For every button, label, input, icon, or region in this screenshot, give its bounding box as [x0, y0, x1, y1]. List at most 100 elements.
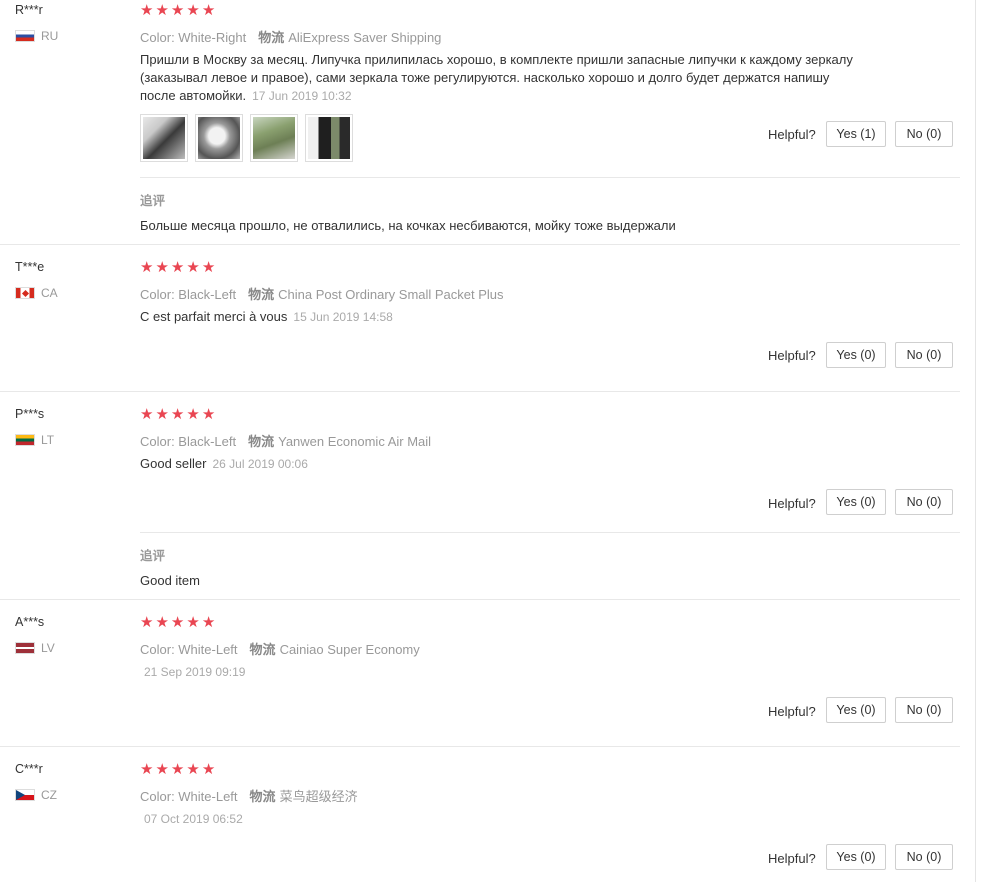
review-body: C est parfait merci à vous — [140, 309, 288, 324]
star-icon: ★ — [186, 2, 200, 19]
helpful-label: Helpful? — [768, 704, 816, 719]
review-text: C est parfait merci à vous 15 Jun 2019 14… — [140, 308, 860, 326]
helpful-no-button[interactable]: No (0) — [895, 121, 953, 147]
followup-divider — [140, 532, 960, 533]
review-meta: Color: White-Left 物流 Cainiao Super Economy — [140, 639, 420, 658]
user-name: C***r — [15, 762, 43, 776]
logistics-value: Yanwen Economic Air Mail — [278, 434, 432, 449]
star-icon: ★ — [170, 614, 185, 631]
user-name: R***r — [15, 3, 43, 17]
star-icon: ★ — [201, 406, 216, 423]
star-icon: ★ — [201, 614, 216, 631]
logistics-value: Cainiao Super Economy — [279, 642, 420, 657]
star-icon: ★ — [155, 761, 169, 778]
helpful-no-button[interactable]: No (0) — [895, 489, 953, 515]
helpful-yes-button[interactable]: Yes (0) — [826, 844, 886, 870]
review-meta: Color: Black-Left 物流 China Post Ordinary S… — [140, 284, 504, 303]
star-icon: ★ — [155, 614, 169, 631]
user-name: T***e — [15, 260, 45, 274]
logistics-label: 物流 — [248, 434, 275, 449]
review-divider — [0, 746, 960, 747]
followup-text: Больше месяца прошло, не отвалились, на … — [140, 218, 676, 233]
helpful-label: Helpful? — [768, 851, 816, 866]
star-icon: ★ — [186, 406, 200, 423]
review-photo[interactable] — [305, 114, 353, 162]
star-rating: ★ ★ ★ ★ ★ — [140, 260, 215, 276]
review-meta: Color: White-Left 物流 菜鸟超级经济 — [140, 786, 358, 805]
helpful-no-button[interactable]: No (0) — [895, 697, 953, 723]
helpful-yes-button[interactable]: Yes (0) — [826, 342, 886, 368]
review-body: Good seller — [140, 456, 207, 471]
review-meta: Color: Black-Left 物流 Yanwen Economic Air M… — [140, 431, 431, 450]
ru-flag-icon — [15, 30, 35, 42]
star-icon: ★ — [155, 259, 169, 276]
country-code: CZ — [41, 788, 57, 802]
review-divider — [0, 244, 960, 245]
scrollbar-edge — [975, 0, 976, 882]
star-icon: ★ — [140, 259, 154, 276]
lt-flag-icon — [15, 434, 35, 446]
review-date: 07 Oct 2019 06:52 — [144, 812, 243, 826]
user-country: LV — [15, 641, 55, 655]
sku-color: Color: White-Left — [140, 642, 238, 657]
user-country: RU — [15, 29, 58, 43]
user-country: CZ — [15, 788, 57, 802]
followup-label: 追评 — [140, 549, 166, 563]
user-country: LT — [15, 433, 54, 447]
star-icon: ★ — [186, 614, 200, 631]
user-name: P***s — [15, 407, 45, 421]
star-rating: ★ ★ ★ ★ ★ — [140, 762, 215, 778]
star-icon: ★ — [140, 406, 154, 423]
star-icon: ★ — [140, 2, 154, 19]
star-rating: ★ ★ ★ ★ ★ — [140, 615, 215, 631]
review-text: Пришли в Москву за месяц. Липучка прилип… — [140, 51, 860, 105]
lv-flag-icon — [15, 642, 35, 654]
helpful-no-button[interactable]: No (0) — [895, 342, 953, 368]
logistics-label: 物流 — [249, 642, 276, 657]
helpful-yes-button[interactable]: Yes (0) — [826, 697, 886, 723]
user-country: CA — [15, 286, 58, 300]
logistics-label: 物流 — [258, 30, 285, 45]
country-code: CA — [41, 286, 58, 300]
sku-color: Color: White-Right — [140, 30, 247, 45]
logistics-value: AliExpress Saver Shipping — [288, 30, 442, 45]
star-icon: ★ — [186, 761, 200, 778]
star-icon: ★ — [201, 259, 216, 276]
star-icon: ★ — [170, 259, 185, 276]
review-photo[interactable] — [140, 114, 188, 162]
sku-color: Color: Black-Left — [140, 287, 237, 302]
followup-divider — [140, 177, 960, 178]
star-icon: ★ — [170, 761, 185, 778]
review-photo[interactable] — [250, 114, 298, 162]
cz-flag-icon — [15, 789, 35, 801]
helpful-yes-button[interactable]: Yes (0) — [826, 489, 886, 515]
star-icon: ★ — [186, 259, 200, 276]
star-icon: ★ — [140, 761, 154, 778]
star-icon: ★ — [140, 614, 154, 631]
user-name: A***s — [15, 615, 45, 629]
logistics-value: 菜鸟超级经济 — [279, 789, 358, 804]
review-date: 26 Jul 2019 00:06 — [212, 457, 308, 471]
review-divider — [0, 599, 960, 600]
followup-label: 追评 — [140, 194, 166, 208]
helpful-label: Helpful? — [768, 127, 816, 142]
star-icon: ★ — [201, 761, 216, 778]
review-body: Пришли в Москву за месяц. Липучка прилип… — [140, 52, 853, 103]
ca-flag-icon — [15, 287, 35, 299]
helpful-yes-button[interactable]: Yes (1) — [826, 121, 886, 147]
helpful-label: Helpful? — [768, 496, 816, 511]
star-rating: ★ ★ ★ ★ ★ — [140, 407, 215, 423]
sku-color: Color: White-Left — [140, 789, 238, 804]
followup-text: Good item — [140, 573, 200, 588]
star-icon: ★ — [170, 406, 185, 423]
helpful-no-button[interactable]: No (0) — [895, 844, 953, 870]
review-date: 21 Sep 2019 09:19 — [144, 665, 246, 679]
logistics-value: China Post Ordinary Small Packet Plus — [278, 287, 504, 302]
review-photo[interactable] — [195, 114, 243, 162]
review-text: Good seller 26 Jul 2019 00:06 — [140, 455, 860, 473]
star-icon: ★ — [155, 2, 169, 19]
helpful-label: Helpful? — [768, 348, 816, 363]
country-code: RU — [41, 29, 59, 43]
review-date: 15 Jun 2019 14:58 — [293, 310, 393, 324]
star-icon: ★ — [170, 2, 185, 19]
